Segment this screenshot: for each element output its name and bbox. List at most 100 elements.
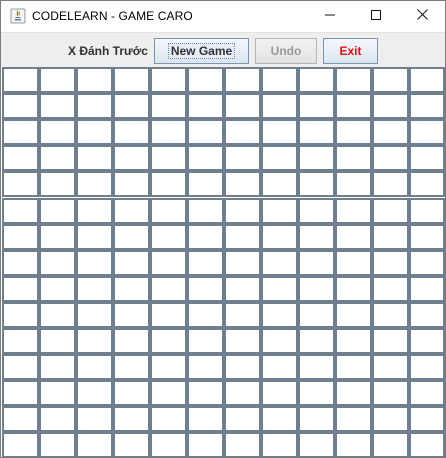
board-cell[interactable] [76, 119, 113, 145]
board-cell[interactable] [409, 145, 445, 171]
board-cell[interactable] [409, 354, 445, 380]
board-cell[interactable] [224, 224, 261, 250]
board-cell[interactable] [372, 406, 409, 432]
board-cell[interactable] [224, 380, 261, 406]
board-cell[interactable] [187, 354, 224, 380]
board-cell[interactable] [335, 406, 372, 432]
board-cell[interactable] [39, 198, 76, 224]
board-cell[interactable] [298, 406, 335, 432]
close-button[interactable] [399, 1, 445, 31]
board-cell[interactable] [372, 93, 409, 119]
board-cell[interactable] [298, 432, 335, 457]
board-cell[interactable] [187, 328, 224, 354]
board-cell[interactable] [39, 171, 76, 197]
board-cell[interactable] [372, 354, 409, 380]
board-cell[interactable] [2, 171, 39, 197]
board-cell[interactable] [335, 328, 372, 354]
board-cell[interactable] [372, 276, 409, 302]
board-cell[interactable] [335, 93, 372, 119]
board-cell[interactable] [372, 67, 409, 93]
board-cell[interactable] [113, 119, 150, 145]
board-cell[interactable] [298, 380, 335, 406]
board-cell[interactable] [39, 250, 76, 276]
board-cell[interactable] [261, 67, 298, 93]
board-cell[interactable] [113, 276, 150, 302]
board-cell[interactable] [150, 406, 187, 432]
board-cell[interactable] [113, 302, 150, 328]
board-cell[interactable] [113, 198, 150, 224]
board-cell[interactable] [150, 328, 187, 354]
board-cell[interactable] [150, 276, 187, 302]
board-cell[interactable] [409, 406, 445, 432]
board-cell[interactable] [372, 198, 409, 224]
board-cell[interactable] [150, 380, 187, 406]
board-cell[interactable] [335, 171, 372, 197]
board-cell[interactable] [261, 276, 298, 302]
board-cell[interactable] [409, 224, 445, 250]
maximize-button[interactable] [353, 1, 399, 31]
board-cell[interactable] [298, 171, 335, 197]
board-cell[interactable] [2, 198, 39, 224]
board-cell[interactable] [335, 432, 372, 457]
board-cell[interactable] [224, 67, 261, 93]
exit-button[interactable]: Exit [323, 38, 378, 64]
board-cell[interactable] [39, 276, 76, 302]
board-cell[interactable] [224, 432, 261, 457]
board-cell[interactable] [113, 250, 150, 276]
board-cell[interactable] [113, 145, 150, 171]
board-cell[interactable] [335, 276, 372, 302]
board-cell[interactable] [76, 224, 113, 250]
board-cell[interactable] [39, 432, 76, 457]
board-cell[interactable] [261, 93, 298, 119]
board-cell[interactable] [113, 354, 150, 380]
board-cell[interactable] [335, 119, 372, 145]
board-cell[interactable] [409, 432, 445, 457]
board-cell[interactable] [76, 328, 113, 354]
board-cell[interactable] [261, 432, 298, 457]
board-cell[interactable] [76, 276, 113, 302]
board-cell[interactable] [187, 224, 224, 250]
board-cell[interactable] [372, 432, 409, 457]
board-cell[interactable] [113, 93, 150, 119]
title-bar[interactable]: CODELEARN - GAME CARO [1, 1, 445, 31]
board-cell[interactable] [113, 380, 150, 406]
board-cell[interactable] [150, 198, 187, 224]
board-cell[interactable] [261, 328, 298, 354]
board-cell[interactable] [39, 328, 76, 354]
board-cell[interactable] [150, 67, 187, 93]
board-cell[interactable] [409, 67, 445, 93]
board-cell[interactable] [261, 380, 298, 406]
board-cell[interactable] [372, 171, 409, 197]
board-cell[interactable] [76, 250, 113, 276]
board-cell[interactable] [2, 276, 39, 302]
board-cell[interactable] [39, 67, 76, 93]
board-cell[interactable] [372, 224, 409, 250]
board-cell[interactable] [298, 224, 335, 250]
board-cell[interactable] [39, 302, 76, 328]
board-cell[interactable] [187, 250, 224, 276]
board-cell[interactable] [39, 145, 76, 171]
board-cell[interactable] [76, 93, 113, 119]
board-cell[interactable] [224, 250, 261, 276]
board-cell[interactable] [372, 250, 409, 276]
board-cell[interactable] [2, 145, 39, 171]
board-cell[interactable] [372, 380, 409, 406]
board-cell[interactable] [224, 119, 261, 145]
board-cell[interactable] [2, 250, 39, 276]
board-cell[interactable] [187, 302, 224, 328]
board-cell[interactable] [150, 145, 187, 171]
board-cell[interactable] [150, 354, 187, 380]
board-cell[interactable] [76, 354, 113, 380]
board-cell[interactable] [187, 198, 224, 224]
board-cell[interactable] [335, 145, 372, 171]
board-cell[interactable] [39, 119, 76, 145]
board-cell[interactable] [150, 93, 187, 119]
board-cell[interactable] [261, 224, 298, 250]
board-cell[interactable] [113, 328, 150, 354]
board-cell[interactable] [224, 328, 261, 354]
board-cell[interactable] [150, 224, 187, 250]
board-cell[interactable] [409, 93, 445, 119]
board-cell[interactable] [76, 432, 113, 457]
board-cell[interactable] [113, 67, 150, 93]
undo-button[interactable]: Undo [255, 38, 317, 64]
